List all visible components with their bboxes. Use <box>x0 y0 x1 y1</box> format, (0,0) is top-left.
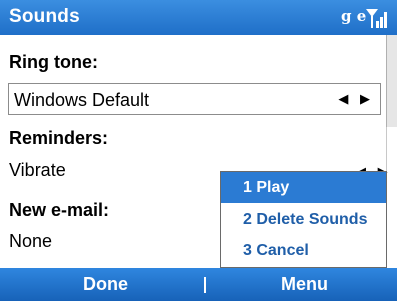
network-status-text: g e <box>341 7 367 25</box>
ring-tone-value: Windows Default <box>14 90 150 110</box>
menu-item-play[interactable]: 1 Play <box>221 172 386 203</box>
softkey-divider <box>204 277 206 293</box>
menu-item-cancel[interactable]: 3 Cancel <box>221 235 386 266</box>
reminders-label: Reminders: <box>9 128 109 148</box>
context-menu: 1 Play 2 Delete Sounds 3 Cancel <box>220 171 387 268</box>
page-title: Sounds <box>9 6 80 27</box>
softkey-bar: Done Menu <box>0 268 397 301</box>
new-email-value[interactable]: None <box>9 231 52 252</box>
scrollbar-thumb[interactable] <box>386 35 397 127</box>
done-softkey[interactable]: Done <box>83 274 128 295</box>
menu-item-delete-sounds[interactable]: 2 Delete Sounds <box>221 204 386 235</box>
signal-strength-icon <box>366 9 387 28</box>
left-right-arrows-icon[interactable]: ◀ ▶ <box>338 91 374 107</box>
new-email-label: New e-mail: <box>9 200 110 220</box>
ring-tone-selector[interactable]: Windows Default ◀ ▶ <box>8 83 381 115</box>
menu-softkey[interactable]: Menu <box>281 274 328 295</box>
ring-tone-label: Ring tone: <box>9 52 98 72</box>
title-bar: Sounds g e <box>0 0 397 35</box>
reminders-value[interactable]: Vibrate <box>9 160 66 181</box>
